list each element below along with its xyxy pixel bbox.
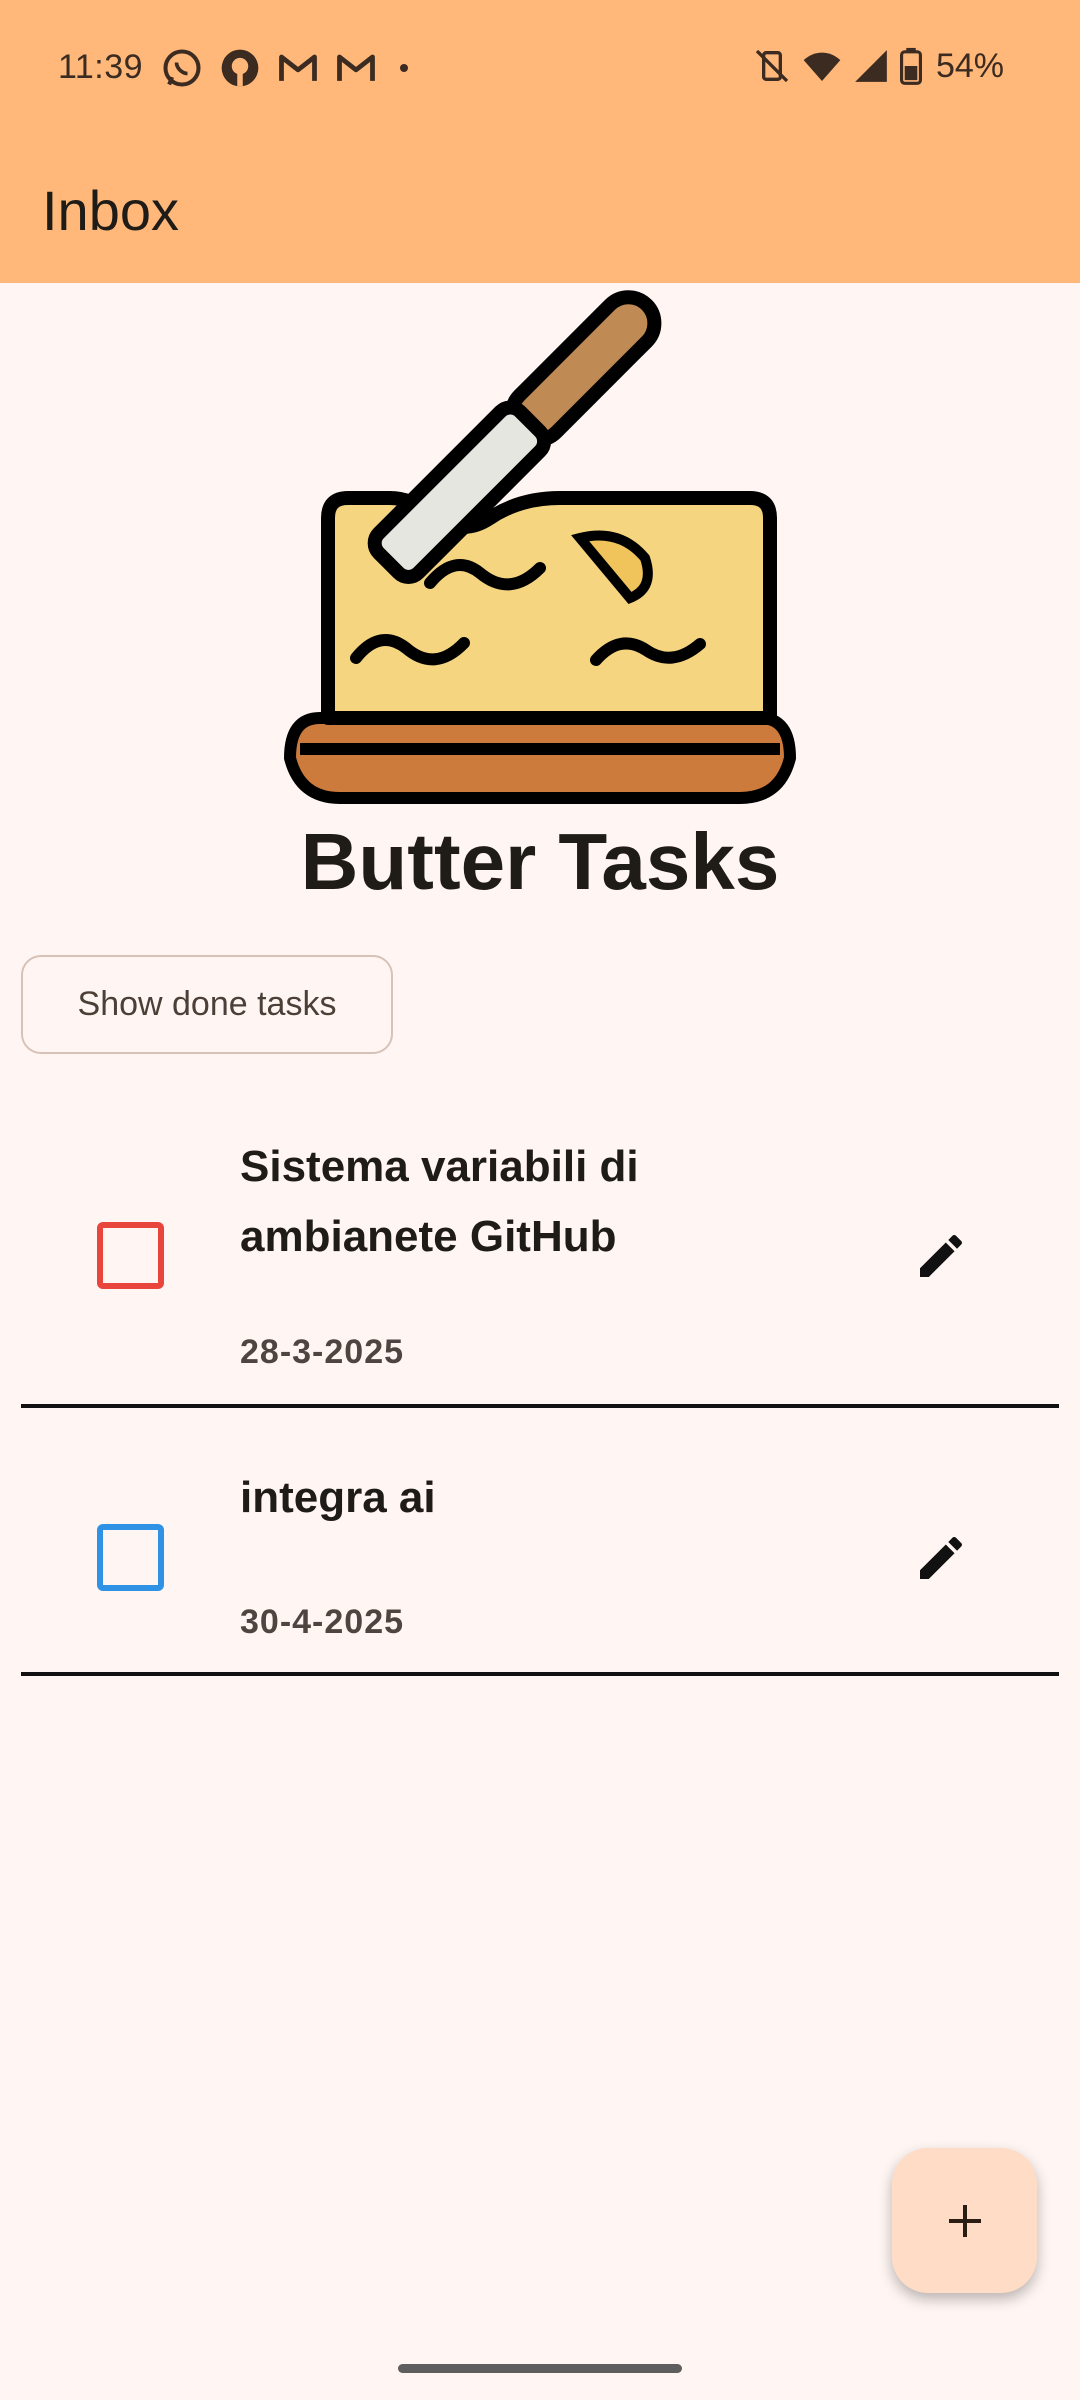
edit-icon[interactable] xyxy=(913,1228,969,1284)
status-time: 11:39 xyxy=(58,48,144,86)
system-status: 54% xyxy=(752,46,1004,86)
task-checkbox[interactable] xyxy=(97,1222,164,1289)
task-title: Sistema variabili di ambianete GitHub xyxy=(240,1142,639,1261)
butter-logo xyxy=(283,290,797,804)
dot-icon xyxy=(400,64,408,72)
github-icon xyxy=(221,49,259,87)
task-item[interactable]: Sistema variabili di ambianete GitHub 28… xyxy=(21,1108,1059,1408)
task-date: 28-3-2025 xyxy=(240,1333,405,1371)
wifi-icon xyxy=(803,52,841,81)
gmail-icon xyxy=(337,54,375,81)
app-name: Butter Tasks xyxy=(300,817,780,906)
task-date: 30-4-2025 xyxy=(240,1603,405,1641)
app-bar: 11:39 54% Inbox xyxy=(0,0,1080,283)
task-item[interactable]: integra ai 30-4-2025 xyxy=(21,1408,1059,1676)
battery-percent: 54% xyxy=(935,46,1004,85)
gmail-icon xyxy=(279,54,317,81)
task-title: integra ai xyxy=(240,1473,436,1522)
divider xyxy=(21,1672,1059,1676)
task-checkbox[interactable] xyxy=(97,1524,164,1591)
battery-icon xyxy=(899,47,922,85)
page-title: Inbox xyxy=(42,179,179,242)
add-task-button[interactable] xyxy=(892,2148,1037,2293)
status-bar: 11:39 54% xyxy=(0,0,1080,136)
signal-icon xyxy=(855,50,887,82)
plus-icon xyxy=(948,2204,981,2237)
edit-icon[interactable] xyxy=(913,1530,969,1586)
whatsapp-icon xyxy=(163,49,201,87)
home-indicator[interactable] xyxy=(398,2364,682,2373)
vibrate-off-icon xyxy=(755,49,789,83)
show-done-tasks-button[interactable]: Show done tasks xyxy=(21,955,393,1054)
notification-icons xyxy=(160,46,416,90)
